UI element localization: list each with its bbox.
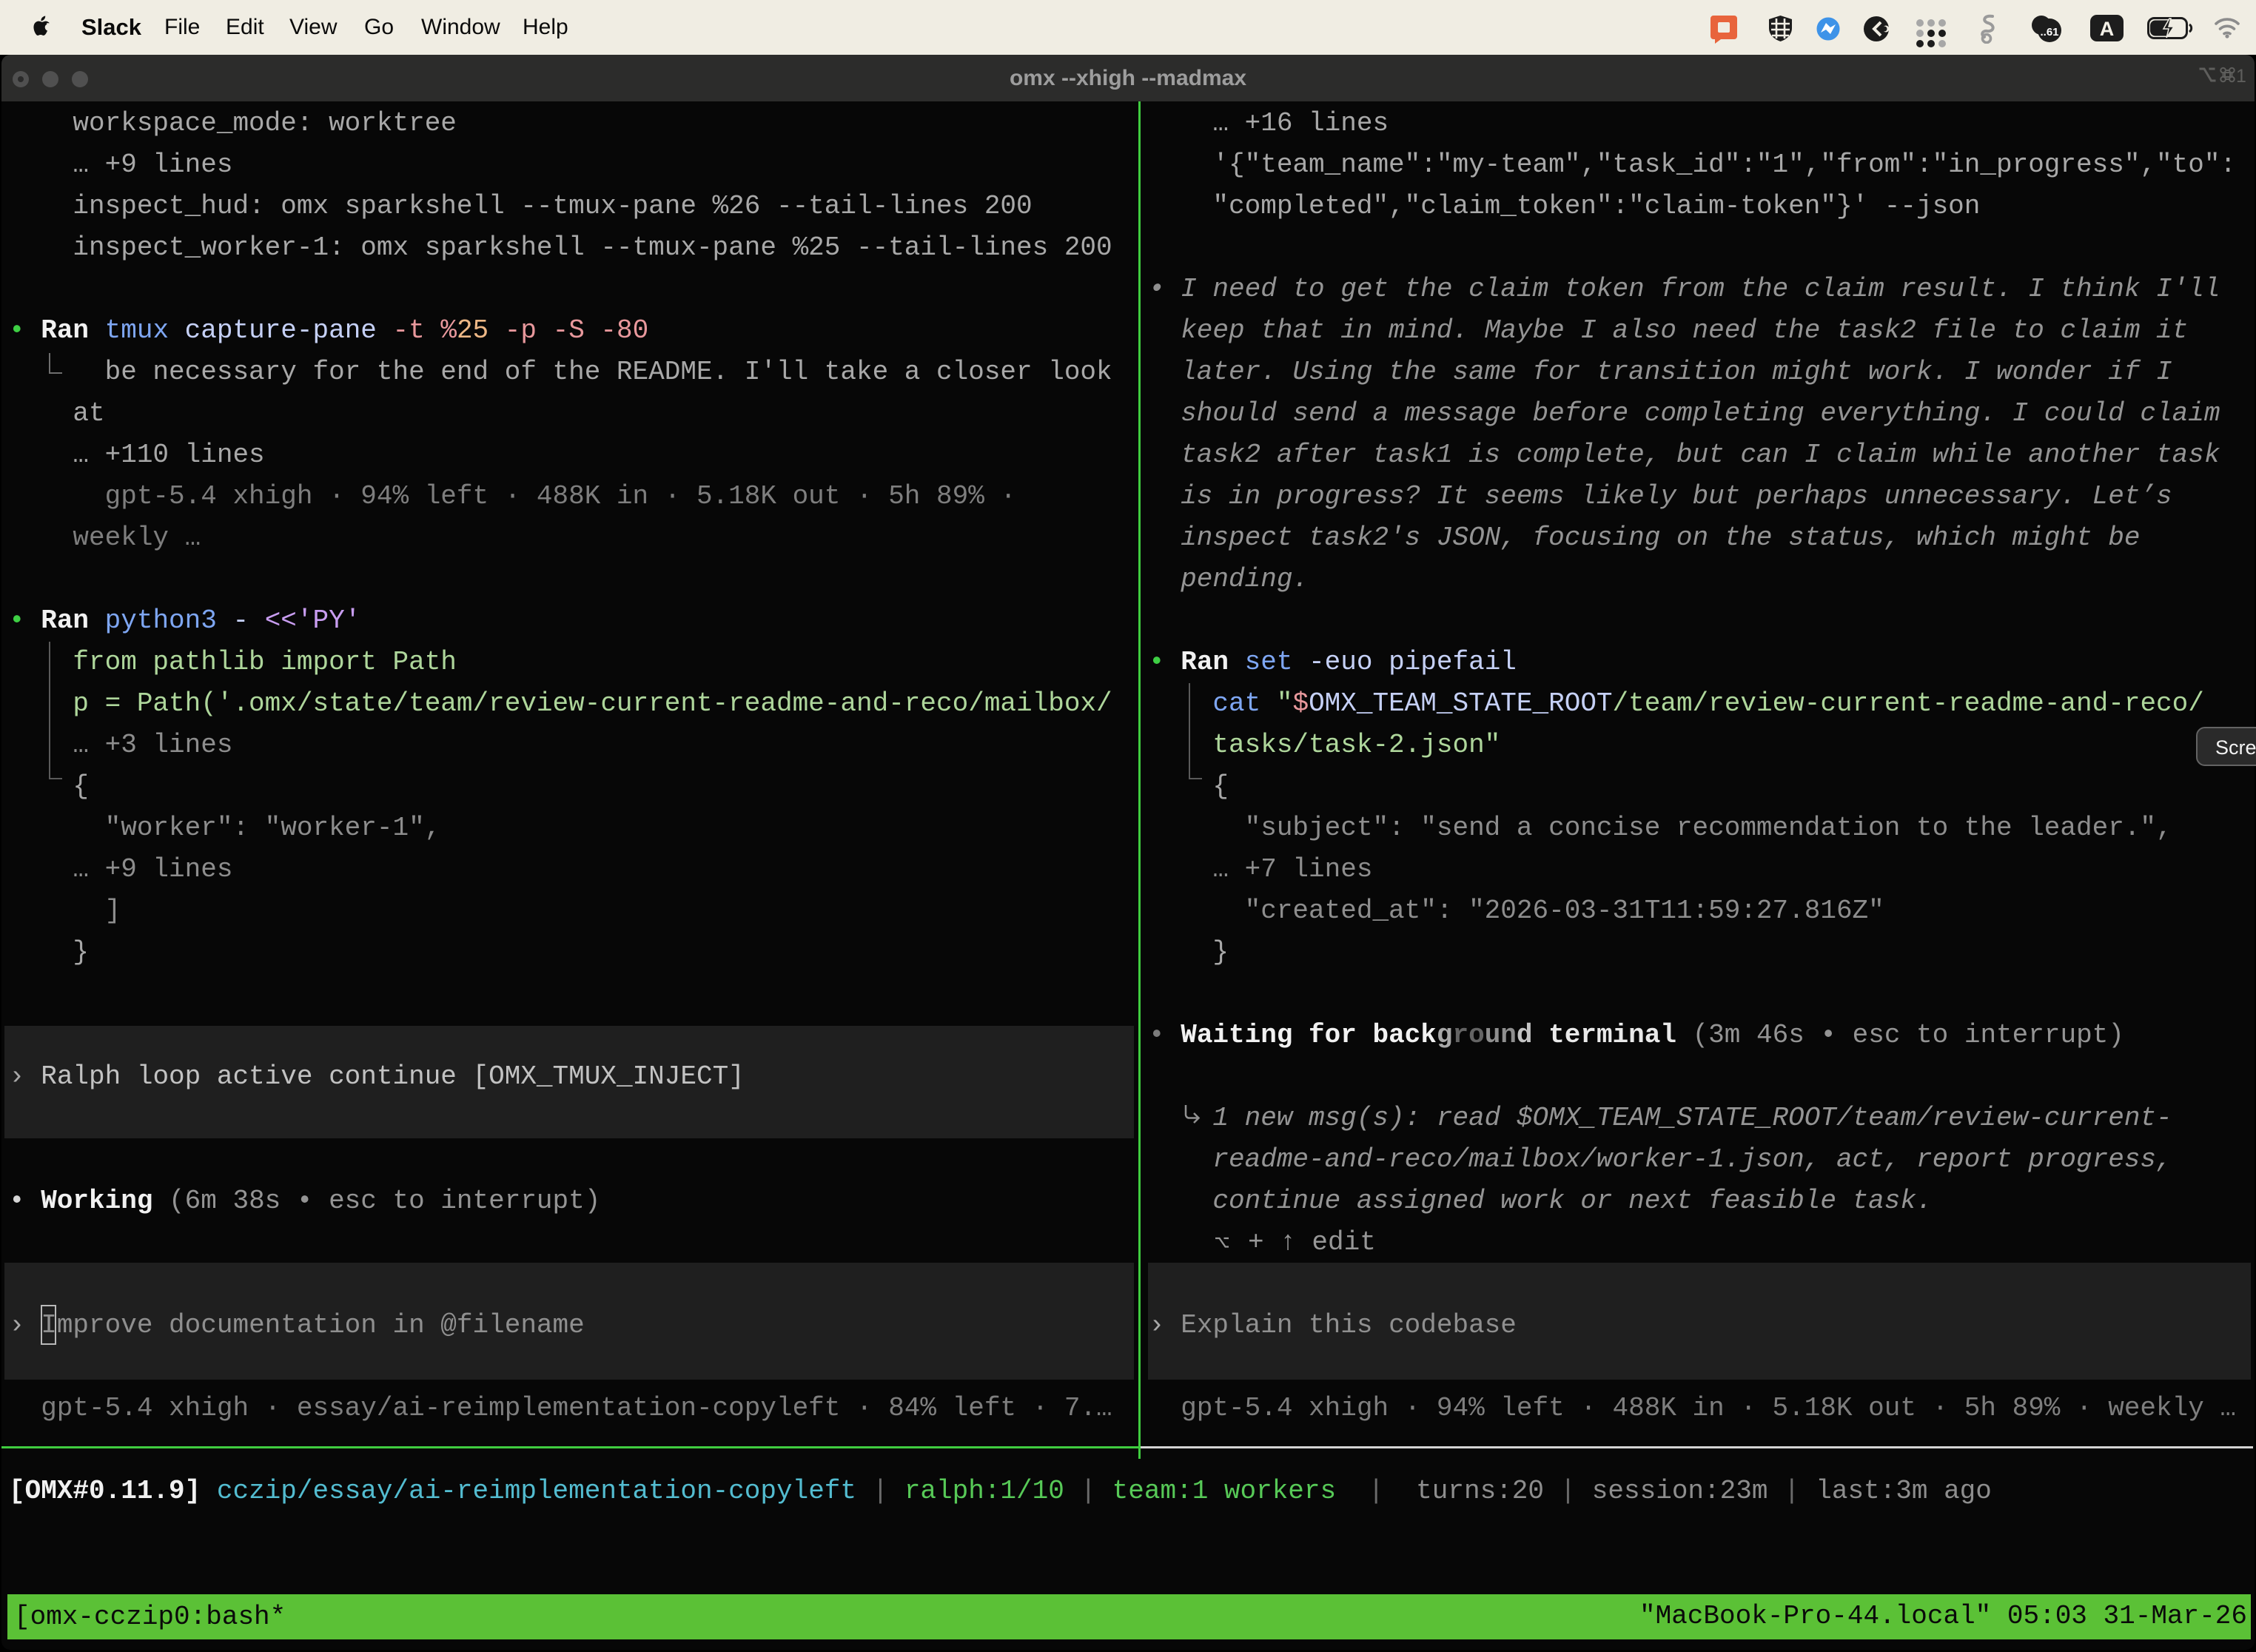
svg-text:..61: ..61 (2040, 26, 2058, 38)
